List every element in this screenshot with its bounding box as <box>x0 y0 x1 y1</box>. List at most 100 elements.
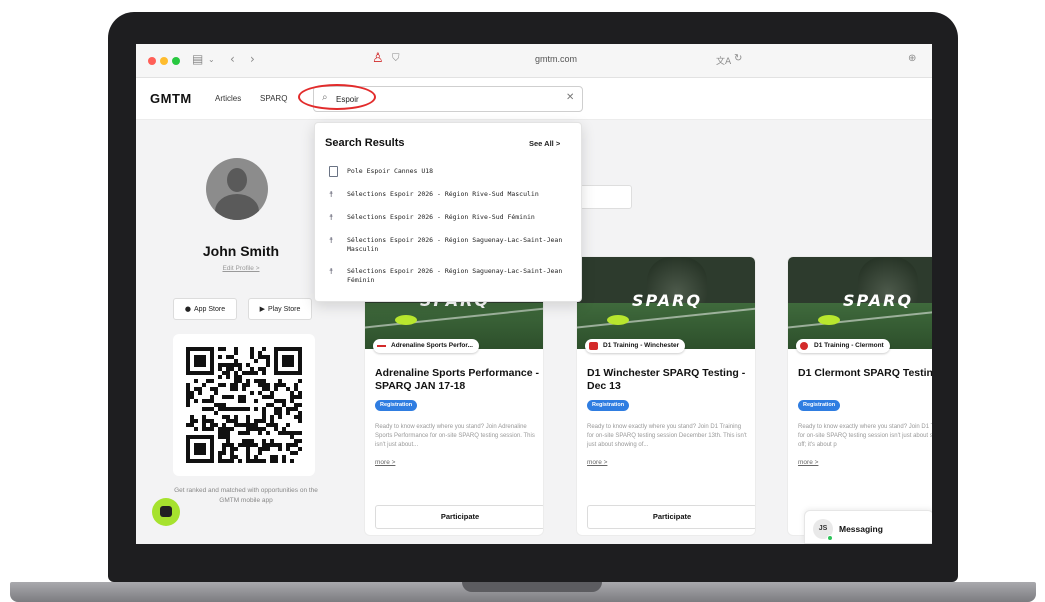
qr-module <box>298 391 302 395</box>
online-status-dot <box>827 535 833 541</box>
qr-module <box>234 359 238 363</box>
messaging-bar[interactable]: JS Messaging <box>804 510 932 544</box>
minimize-window-button[interactable] <box>160 57 168 65</box>
background-input[interactable] <box>576 185 632 209</box>
chevron-down-icon[interactable]: ⌄ <box>208 55 215 64</box>
qr-module <box>258 367 262 371</box>
qr-module <box>234 371 238 375</box>
qr-module <box>238 443 242 447</box>
event-title[interactable]: Adrenaline Sports Performance - SPARQ JA… <box>375 367 540 393</box>
qr-module <box>186 423 190 427</box>
qr-module <box>282 347 286 351</box>
event-org-chip[interactable]: D1 Training - Winchester <box>585 339 686 353</box>
event-card-image: SPARQ <box>788 257 932 349</box>
close-window-button[interactable] <box>148 57 156 65</box>
nav-link-sparq[interactable]: SPARQ <box>260 94 287 103</box>
play-store-button[interactable]: ▶ Play Store <box>248 298 312 320</box>
qr-module <box>262 411 266 415</box>
qr-module <box>258 355 262 359</box>
qr-module <box>298 355 302 359</box>
nav-link-articles[interactable]: Articles <box>215 94 241 103</box>
qr-module <box>230 459 234 463</box>
event-title[interactable]: D1 Clermont SPARQ Testing <box>798 367 932 380</box>
qr-module <box>290 399 294 403</box>
qr-module <box>206 459 210 463</box>
qr-module <box>254 359 258 363</box>
app-promo-text: Get ranked and matched with opportunitie… <box>174 487 318 504</box>
chat-launcher-button[interactable] <box>152 498 180 526</box>
qr-module <box>186 371 190 375</box>
qr-module <box>206 347 210 351</box>
qr-module <box>210 347 214 351</box>
qr-module <box>218 431 222 435</box>
qr-module <box>190 459 194 463</box>
event-card-image: SPARQ <box>577 257 755 349</box>
more-link[interactable]: more > <box>587 459 607 466</box>
registration-badge: Registration <box>375 400 418 411</box>
qr-module <box>222 415 226 419</box>
more-link[interactable]: more > <box>798 459 818 466</box>
building-icon <box>329 166 338 177</box>
extension-icon[interactable]: ♙ <box>372 51 384 66</box>
more-link[interactable]: more > <box>375 459 395 466</box>
qr-module <box>282 431 286 435</box>
participate-button[interactable]: Participate <box>375 505 543 529</box>
edit-profile-link[interactable]: Edit Profile > <box>176 265 306 272</box>
qr-module <box>298 367 302 371</box>
qr-module <box>298 439 302 443</box>
qr-module <box>266 443 270 447</box>
app-header: GMTM Articles SPARQ ⌕ ✕ <box>136 78 932 120</box>
participate-button[interactable]: Participate <box>587 505 755 529</box>
app-store-button[interactable]: ● App Store <box>173 298 237 320</box>
address-bar[interactable]: gmtm.com <box>506 54 606 64</box>
event-title[interactable]: D1 Winchester SPARQ Testing - Dec 13 <box>587 367 752 393</box>
qr-module <box>282 455 286 459</box>
qr-module <box>202 363 206 367</box>
qr-module <box>218 435 222 439</box>
qr-module <box>194 347 198 351</box>
sidebar-icon[interactable]: ▤ <box>192 52 203 66</box>
gmtm-logo[interactable]: GMTM <box>150 91 192 106</box>
qr-module <box>262 407 266 411</box>
profile-name: John Smith <box>202 243 280 259</box>
qr-module <box>242 423 246 427</box>
qr-module <box>286 423 290 427</box>
qr-module <box>274 351 278 355</box>
translate-icon[interactable]: 文A <box>716 54 731 67</box>
clear-search-icon[interactable]: ✕ <box>566 92 574 103</box>
qr-module <box>210 363 214 367</box>
qr-module <box>298 371 302 375</box>
qr-module <box>246 363 250 367</box>
qr-module <box>258 351 262 355</box>
qr-module <box>258 447 262 451</box>
qr-module <box>210 455 214 459</box>
qr-module <box>222 443 226 447</box>
download-icon[interactable]: ⊕ <box>908 53 916 64</box>
qr-module <box>254 379 258 383</box>
maximize-window-button[interactable] <box>172 57 180 65</box>
reload-icon[interactable]: ↻ <box>734 53 742 64</box>
qr-module <box>278 411 282 415</box>
qr-module <box>286 363 290 367</box>
qr-module <box>270 423 274 427</box>
shield-icon[interactable]: ⛉ <box>392 53 400 64</box>
qr-module <box>190 371 194 375</box>
event-card[interactable]: SPARQ D1 Training - Winchester D1 Winche… <box>576 256 756 536</box>
profile-avatar[interactable] <box>206 158 268 220</box>
qr-module <box>218 383 222 387</box>
forward-icon[interactable]: › <box>250 52 255 66</box>
qr-code <box>173 334 315 476</box>
event-card[interactable]: SPARQ D1 Training - Clermont D1 Clermont… <box>787 256 932 536</box>
event-org-chip[interactable]: D1 Training - Clermont <box>796 339 890 353</box>
sparq-logo: SPARQ <box>631 291 703 310</box>
qr-module <box>282 371 286 375</box>
qr-module <box>282 427 286 431</box>
back-icon[interactable]: ‹ <box>230 52 235 66</box>
org-logo-icon <box>800 342 808 350</box>
qr-module <box>282 383 286 387</box>
event-org-chip[interactable]: Adrenaline Sports Perfor... <box>373 339 479 353</box>
see-all-link[interactable]: See All > <box>529 139 560 148</box>
qr-module <box>250 355 254 359</box>
laptop-mockup: ▤ ⌄ ‹ › ♙ ⛉ gmtm.com 文A ↻ ⊕ GMTM Article… <box>0 0 1045 602</box>
qr-module <box>194 447 198 451</box>
